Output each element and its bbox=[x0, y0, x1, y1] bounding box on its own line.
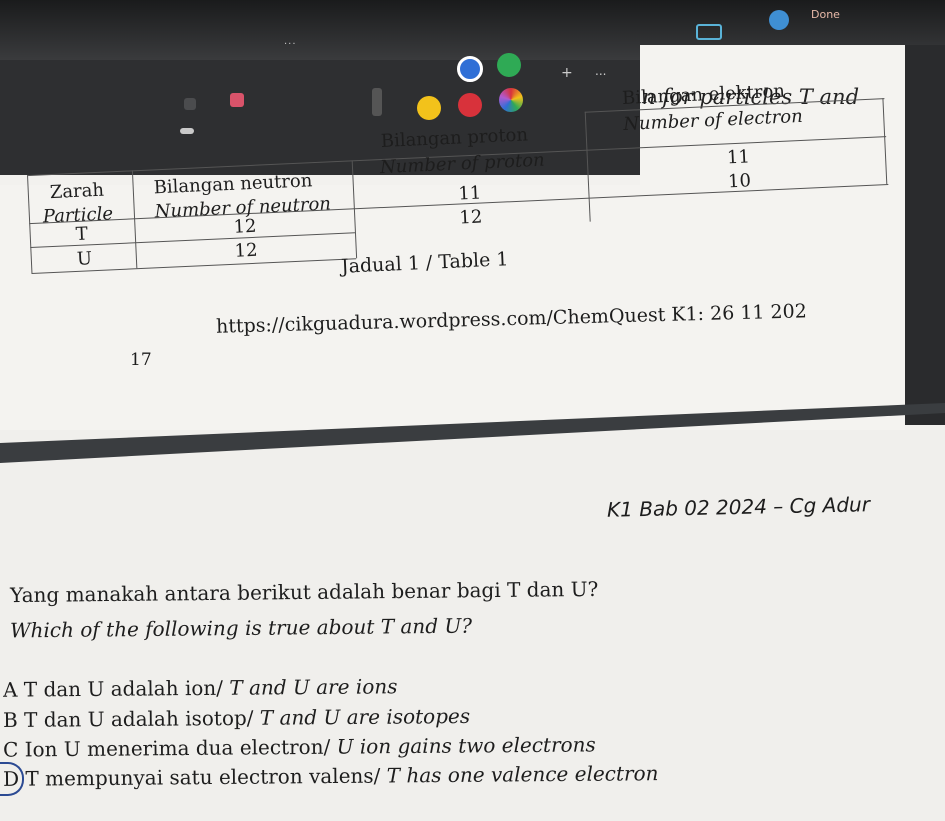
cell-electron-t: 11 bbox=[726, 146, 751, 169]
page-edge-shadow bbox=[905, 45, 945, 425]
header-proton-en: Number of proton bbox=[379, 149, 546, 179]
option-text-ms: T mempunyai satu electron valens/ bbox=[25, 763, 381, 791]
question-text-en: Which of the following is true about T a… bbox=[9, 613, 473, 643]
header-proton-ms: Bilangan proton bbox=[380, 124, 529, 153]
color-swatch-blue[interactable] bbox=[457, 56, 483, 82]
option-text-en: T and U are isotopes bbox=[259, 703, 471, 730]
color-swatch-green[interactable] bbox=[497, 53, 521, 77]
cell-particle-t: T bbox=[75, 223, 89, 245]
option-a: A T dan U adalah ion/ T and U are ions bbox=[3, 674, 398, 701]
cell-electron-u: 10 bbox=[727, 170, 752, 193]
option-b: B T dan U adalah isotop/ T and U are iso… bbox=[3, 704, 470, 732]
done-button[interactable]: Done bbox=[811, 8, 840, 21]
option-text-ms: T dan U adalah ion/ bbox=[23, 675, 224, 702]
add-tool-button[interactable]: + bbox=[561, 65, 573, 81]
more-menu[interactable]: ... bbox=[284, 36, 297, 47]
header-particle-ms: Zarah bbox=[49, 179, 105, 204]
table-line bbox=[584, 111, 591, 222]
color-swatch-red[interactable] bbox=[458, 93, 482, 117]
option-text-en: T and U are ions bbox=[229, 674, 398, 700]
pen-icon[interactable] bbox=[696, 24, 722, 40]
cell-neutron-u: 12 bbox=[234, 239, 259, 262]
option-letter: B bbox=[2, 707, 18, 733]
profile-icon[interactable] bbox=[769, 10, 789, 30]
option-text-en: U ion gains two electrons bbox=[336, 732, 596, 759]
marker-tool[interactable] bbox=[184, 98, 196, 110]
page-number: 17 bbox=[130, 350, 152, 370]
option-text-ms: Ion U menerima dua electron/ bbox=[24, 734, 331, 762]
header-electron-en: Number of electron bbox=[622, 105, 804, 135]
option-text-ms: T dan U adalah isotop/ bbox=[23, 705, 254, 732]
cell-proton-u: 12 bbox=[458, 206, 483, 229]
cell-particle-u: U bbox=[76, 248, 93, 270]
cell-proton-t: 11 bbox=[457, 182, 482, 205]
option-letter: C bbox=[2, 737, 19, 762]
cell-neutron-t: 12 bbox=[233, 215, 257, 238]
pencil-tool[interactable] bbox=[372, 88, 382, 116]
more-tools-button[interactable]: ... bbox=[595, 64, 606, 78]
color-swatch-yellow[interactable] bbox=[417, 96, 441, 120]
option-letter: A bbox=[2, 677, 18, 702]
header-neutron-ms: Bilangan neutron bbox=[153, 170, 313, 199]
color-picker-icon[interactable] bbox=[499, 88, 523, 112]
option-text-en: T has one valence electron bbox=[386, 761, 659, 788]
highlighter-tool[interactable] bbox=[230, 93, 244, 107]
